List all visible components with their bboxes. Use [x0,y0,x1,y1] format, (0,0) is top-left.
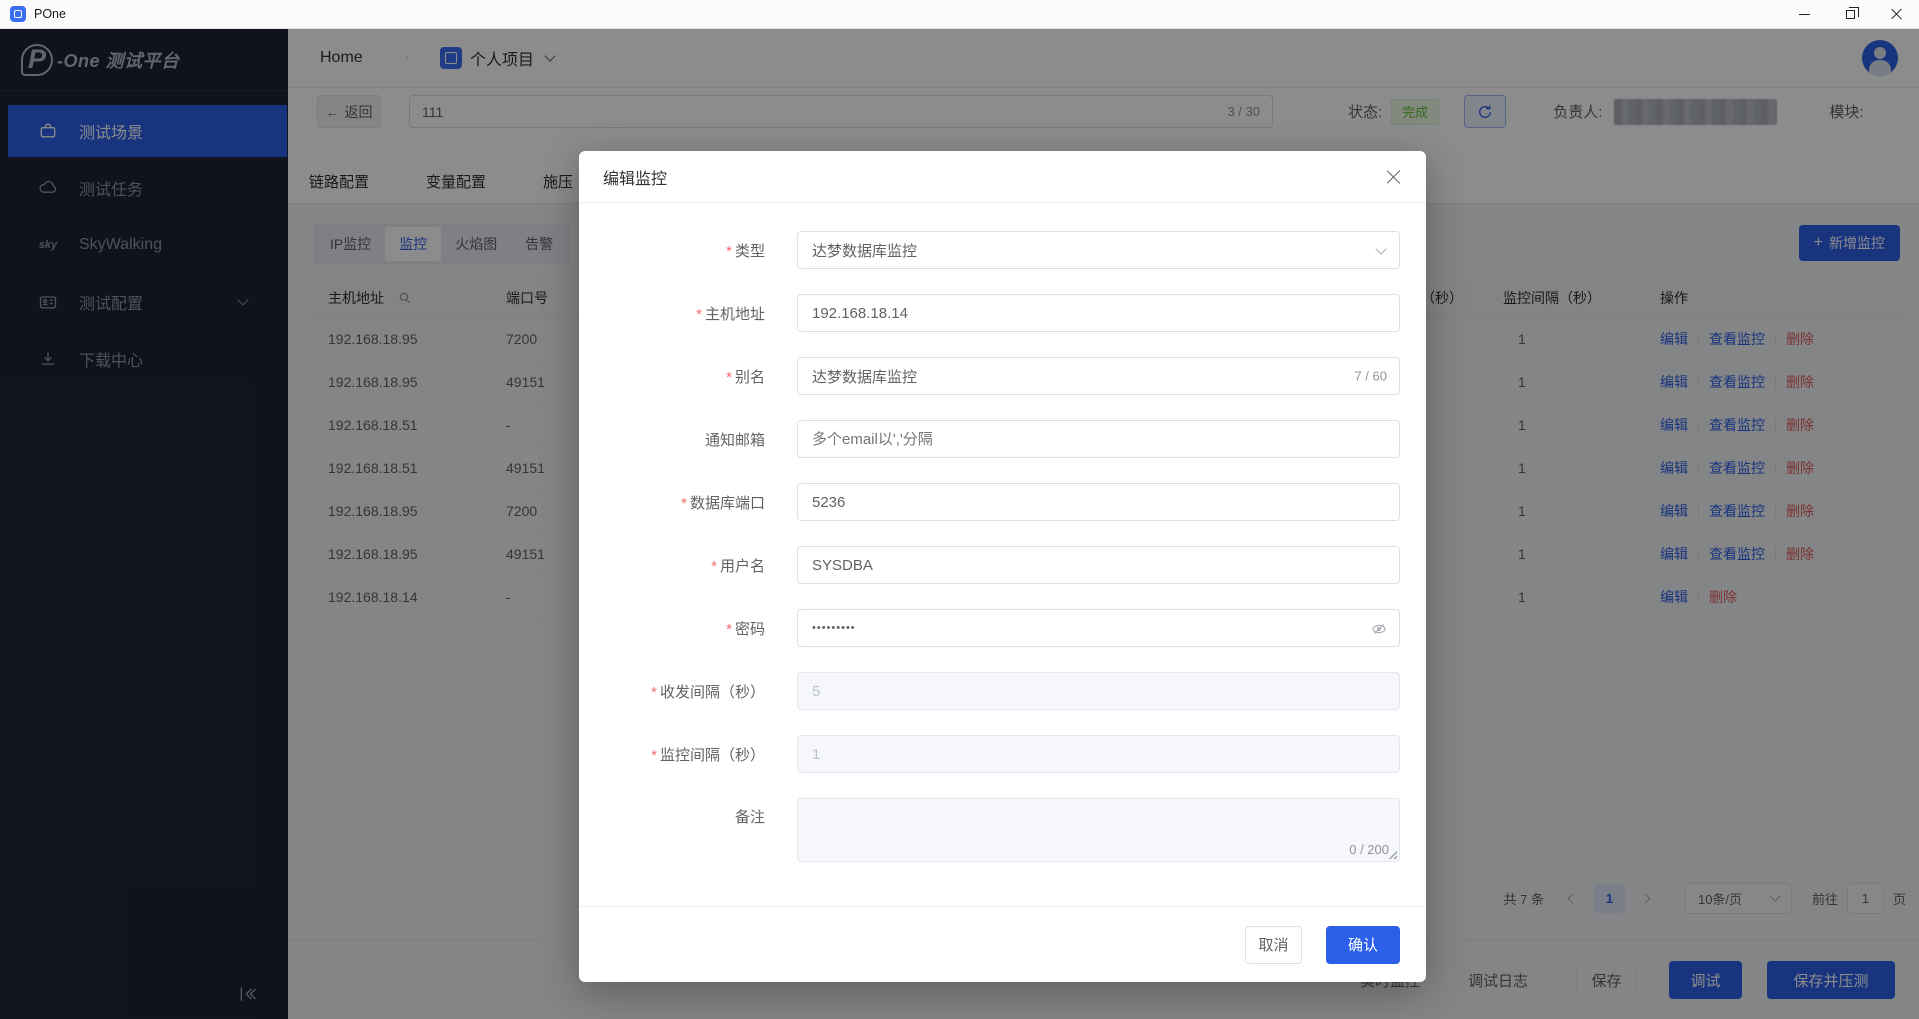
field-row-type: *类型 达梦数据库监控 [579,231,1426,269]
eye-off-icon[interactable] [1371,621,1387,642]
alias-field[interactable] [798,368,1399,385]
email-label: 通知邮箱 [705,432,765,449]
alias-label: 别名 [735,369,765,386]
os-titlebar: POne [0,0,1919,29]
minimize-button[interactable] [1781,0,1827,28]
password-label: 密码 [735,621,765,638]
field-row-host: *主机地址 [579,294,1426,332]
send-interval-label: 收发间隔（秒） [660,684,765,701]
remark-label: 备注 [735,809,765,826]
type-label: 类型 [735,243,765,260]
field-row-monitor-interval: *监控间隔（秒） [579,735,1426,773]
confirm-button[interactable]: 确认 [1326,926,1400,964]
close-window-button[interactable] [1873,0,1919,28]
minimize-icon [1799,14,1810,15]
dialog-close-icon[interactable] [1386,169,1402,185]
dialog-title: 编辑监控 [603,165,667,189]
username-label: 用户名 [720,558,765,575]
monitor-interval-field [798,746,1399,763]
alias-counter: 7 / 60 [1354,369,1387,384]
field-row-alias: *别名 7 / 60 [579,357,1426,395]
email-field[interactable] [798,431,1399,448]
close-icon [1890,8,1902,20]
app-icon [10,6,26,22]
monitor-interval-label: 监控间隔（秒） [660,747,765,764]
cancel-button[interactable]: 取消 [1245,926,1302,964]
remark-counter: 0 / 200 [1349,842,1389,857]
field-row-email: 通知邮箱 [579,420,1426,458]
dialog-footer: 取消 确认 [579,906,1426,982]
send-interval-field [798,683,1399,700]
field-row-db-port: *数据库端口 [579,483,1426,521]
db-port-field[interactable] [798,494,1399,511]
edit-monitor-dialog: 编辑监控 *类型 达梦数据库监控 *主机地址 *别名 7 / 60 通知邮箱 [579,151,1426,982]
host-label: 主机地址 [705,306,765,323]
field-row-remark: 备注 0 / 200 [579,798,1426,862]
username-field[interactable] [798,557,1399,574]
field-row-username: *用户名 [579,546,1426,584]
field-row-password: *密码 [579,609,1426,647]
host-field[interactable] [798,305,1399,322]
field-row-send-interval: *收发间隔（秒） [579,672,1426,710]
db-port-label: 数据库端口 [690,495,765,512]
window-title: POne [34,7,66,21]
restore-button[interactable] [1827,0,1873,28]
chevron-down-icon [1375,243,1386,254]
remark-field[interactable] [798,799,1399,839]
type-select[interactable]: 达梦数据库监控 [797,231,1400,269]
password-field[interactable] [798,622,1399,634]
restore-icon [1846,10,1855,19]
